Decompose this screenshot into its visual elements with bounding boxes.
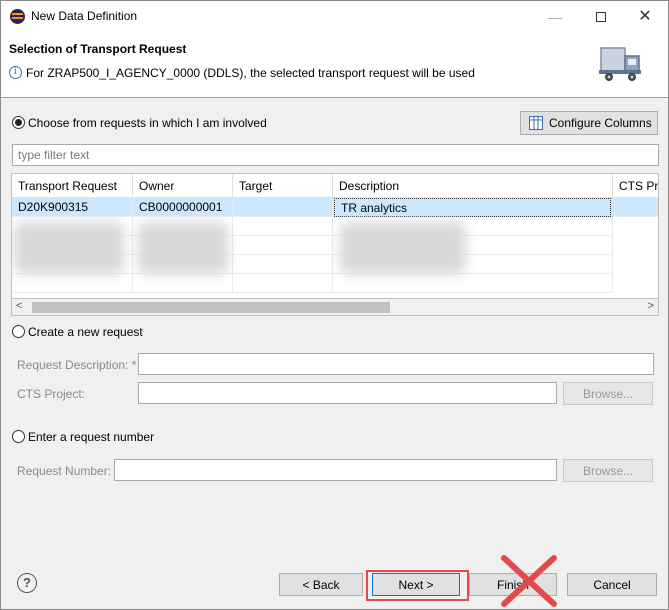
choose-requests-label: Choose from requests in which I am invol…	[28, 116, 267, 130]
enter-request-label: Enter a request number	[28, 430, 155, 444]
table-header: Transport Request Owner Target Descripti…	[12, 174, 658, 198]
back-button[interactable]: < Back	[279, 573, 363, 596]
minimize-icon: —	[548, 8, 562, 25]
scrollbar-thumb[interactable]	[32, 302, 390, 313]
transport-truck-icon	[599, 47, 641, 81]
cell-transport-request: D20K900315	[12, 198, 133, 217]
redacted-content	[340, 222, 466, 274]
red-cross-icon	[501, 555, 557, 607]
cell-owner: CB0000000001	[133, 198, 233, 217]
cancel-button[interactable]: Cancel	[567, 573, 657, 596]
create-request-label: Create a new request	[28, 325, 143, 339]
transport-request-table[interactable]: Transport Request Owner Target Descripti…	[11, 173, 659, 299]
eclipse-app-icon	[10, 9, 25, 24]
request-description-input[interactable]	[138, 353, 654, 375]
scroll-right-icon[interactable]: >	[648, 300, 654, 312]
window-title: New Data Definition	[31, 9, 138, 23]
table-row[interactable]	[12, 274, 658, 293]
wizard-header: Selection of Transport Request i For ZRA…	[1, 32, 668, 98]
column-header-description[interactable]: Description	[333, 174, 613, 198]
close-icon: ✕	[638, 7, 652, 25]
scroll-left-icon[interactable]: <	[16, 300, 22, 312]
configure-columns-button[interactable]: Configure Columns	[520, 111, 658, 135]
redacted-content	[14, 222, 124, 274]
page-title: Selection of Transport Request	[9, 42, 187, 56]
maximize-icon	[596, 11, 606, 22]
dialog-window: New Data Definition — ✕ Selection of Tra…	[0, 0, 669, 610]
column-header-cts-project[interactable]: CTS Project	[613, 174, 658, 198]
enter-request-radio[interactable]	[12, 430, 25, 443]
table-row[interactable]: D20K900315 CB0000000001 TR analytics	[12, 198, 658, 217]
info-icon: i	[9, 66, 22, 79]
next-highlight-annotation	[366, 570, 469, 601]
column-header-target[interactable]: Target	[233, 174, 333, 198]
filter-input[interactable]	[12, 144, 659, 166]
request-number-input[interactable]	[114, 459, 557, 481]
cts-browse-button[interactable]: Browse...	[563, 382, 653, 405]
minimize-button[interactable]: —	[532, 1, 578, 32]
choose-requests-radio[interactable]	[12, 116, 25, 129]
columns-icon	[529, 116, 543, 130]
cell-description: TR analytics	[334, 198, 611, 217]
title-bar: New Data Definition — ✕	[1, 1, 668, 32]
help-icon[interactable]: ?	[17, 573, 37, 593]
redacted-content	[138, 222, 228, 274]
request-description-label: Request Description: *	[17, 358, 137, 372]
configure-columns-label: Configure Columns	[549, 116, 652, 130]
request-number-label: Request Number:	[17, 464, 112, 478]
cell-target	[233, 198, 333, 217]
create-request-radio[interactable]	[12, 325, 25, 338]
header-message: For ZRAP500_I_AGENCY_0000 (DDLS), the se…	[26, 66, 475, 80]
cell-cts-project	[613, 198, 658, 217]
column-header-transport-request[interactable]: Transport Request	[12, 174, 133, 198]
request-number-browse-button[interactable]: Browse...	[563, 459, 653, 482]
cts-project-input[interactable]	[138, 382, 557, 404]
column-header-owner[interactable]: Owner	[133, 174, 233, 198]
table-horizontal-scrollbar[interactable]: < >	[11, 299, 659, 316]
cts-project-label: CTS Project:	[17, 387, 86, 401]
close-button[interactable]: ✕	[622, 1, 668, 32]
maximize-button[interactable]	[578, 1, 624, 32]
